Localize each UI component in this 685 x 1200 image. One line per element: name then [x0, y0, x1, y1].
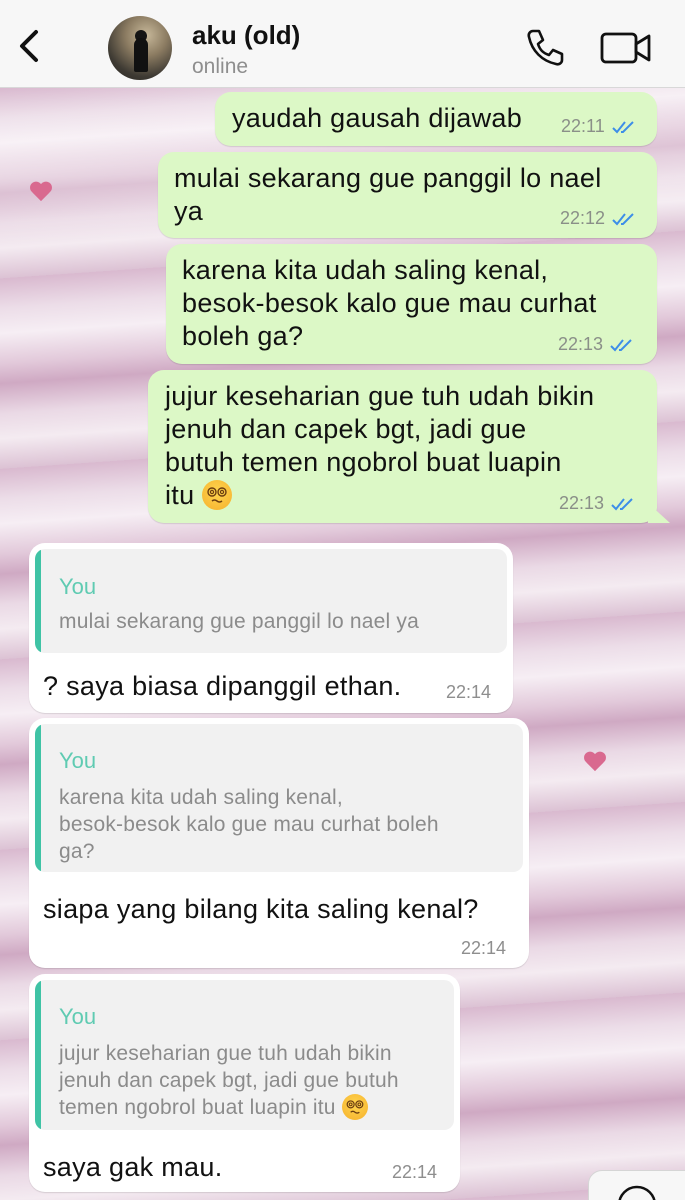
- quote-author: You: [59, 574, 97, 599]
- message-text: saya gak mau.: [43, 1152, 223, 1182]
- face-with-spiral-eyes-icon: [202, 480, 233, 510]
- incoming-message[interactable]: You mulai sekarang gue panggil lo nael y…: [29, 543, 513, 713]
- voice-call-button[interactable]: [524, 26, 566, 68]
- message-text: ? saya biasa dipanggil ethan.: [43, 671, 402, 701]
- heart-decoration: [584, 752, 606, 772]
- chevron-left-icon: [20, 30, 38, 62]
- read-ticks-icon: [611, 497, 633, 510]
- quote-text-line: karena kita udah saling kenal,: [59, 786, 343, 809]
- quote-author: You: [59, 748, 97, 773]
- video-call-button[interactable]: [600, 30, 652, 66]
- quoted-reply[interactable]: You mulai sekarang gue panggil lo nael y…: [35, 549, 507, 653]
- message-text-line: ya: [174, 196, 204, 226]
- quote-text-line: temen ngobrol buat luapin itu: [59, 1094, 368, 1121]
- message-time: 22:13: [558, 334, 604, 354]
- contact-avatar[interactable]: [108, 16, 172, 80]
- message-text-line: mulai sekarang gue panggil lo nael: [174, 163, 602, 193]
- quoted-reply[interactable]: You jujur keseharian gue tuh udah bikin …: [35, 980, 454, 1130]
- message-text-line: jenuh dan capek bgt, jadi gue: [165, 414, 527, 444]
- message-meta: 22:13: [558, 334, 637, 355]
- message-text-line: besok-besok kalo gue mau curhat: [182, 288, 597, 318]
- chat-header: aku (old) online: [0, 0, 685, 88]
- message-text-line: itu: [165, 479, 233, 512]
- incoming-message[interactable]: You karena kita udah saling kenal, besok…: [29, 718, 529, 968]
- outgoing-message[interactable]: yaudah gausah dijawab 22:11: [215, 92, 657, 146]
- chevron-down-icon: [618, 1185, 656, 1200]
- quote-accent-bar: [35, 549, 41, 653]
- read-ticks-icon: [610, 338, 632, 351]
- message-time: 22:11: [561, 116, 605, 136]
- quote-accent-bar: [35, 980, 41, 1130]
- contact-name[interactable]: aku (old): [192, 20, 300, 51]
- message-text-end: itu: [165, 480, 195, 510]
- incoming-message[interactable]: You jujur keseharian gue tuh udah bikin …: [29, 974, 460, 1192]
- outgoing-message[interactable]: jujur keseharian gue tuh udah bikin jenu…: [148, 370, 657, 523]
- quote-text-line: jujur keseharian gue tuh udah bikin: [59, 1042, 392, 1065]
- message-meta: 22:11: [561, 116, 639, 137]
- message-text-line: boleh ga?: [182, 321, 304, 351]
- quote-text-line: besok-besok kalo gue mau curhat boleh: [59, 813, 439, 836]
- message-text-line: butuh temen ngobrol buat luapin: [165, 447, 562, 477]
- face-with-spiral-eyes-icon: [341, 1094, 368, 1120]
- video-camera-icon: [600, 32, 651, 64]
- heart-decoration: [30, 182, 52, 202]
- quoted-reply[interactable]: You karena kita udah saling kenal, besok…: [35, 724, 523, 872]
- quote-author: You: [59, 1004, 97, 1029]
- quote-text-line: ga?: [59, 840, 95, 863]
- read-ticks-icon: [612, 212, 634, 225]
- message-text: siapa yang bilang kita saling kenal?: [43, 894, 479, 924]
- phone-icon: [527, 29, 564, 66]
- message-time: 22:12: [560, 208, 606, 228]
- message-time: 22:14: [392, 1162, 438, 1182]
- message-text-line: jujur keseharian gue tuh udah bikin: [165, 381, 595, 411]
- quote-text-line: mulai sekarang gue panggil lo nael ya: [59, 610, 419, 633]
- quote-accent-bar: [35, 724, 41, 872]
- message-time: 22:13: [559, 493, 605, 513]
- back-button[interactable]: [12, 24, 48, 68]
- read-ticks-icon: [612, 120, 634, 133]
- message-text-line: karena kita udah saling kenal,: [182, 255, 549, 285]
- message-time: 22:14: [446, 682, 492, 702]
- message-meta: 22:12: [560, 208, 639, 229]
- contact-status: online: [192, 55, 249, 78]
- outgoing-message[interactable]: karena kita udah saling kenal, besok-bes…: [166, 244, 657, 364]
- outgoing-message[interactable]: mulai sekarang gue panggil lo nael ya 22…: [158, 152, 657, 238]
- message-meta: 22:13: [559, 493, 638, 514]
- message-time: 22:14: [461, 938, 507, 958]
- quote-text-end: temen ngobrol buat luapin itu: [59, 1096, 336, 1119]
- message-text: yaudah gausah dijawab: [232, 103, 523, 133]
- scroll-to-bottom-button[interactable]: [588, 1170, 685, 1200]
- quote-text-line: jenuh dan capek bgt, jadi gue butuh: [59, 1069, 399, 1092]
